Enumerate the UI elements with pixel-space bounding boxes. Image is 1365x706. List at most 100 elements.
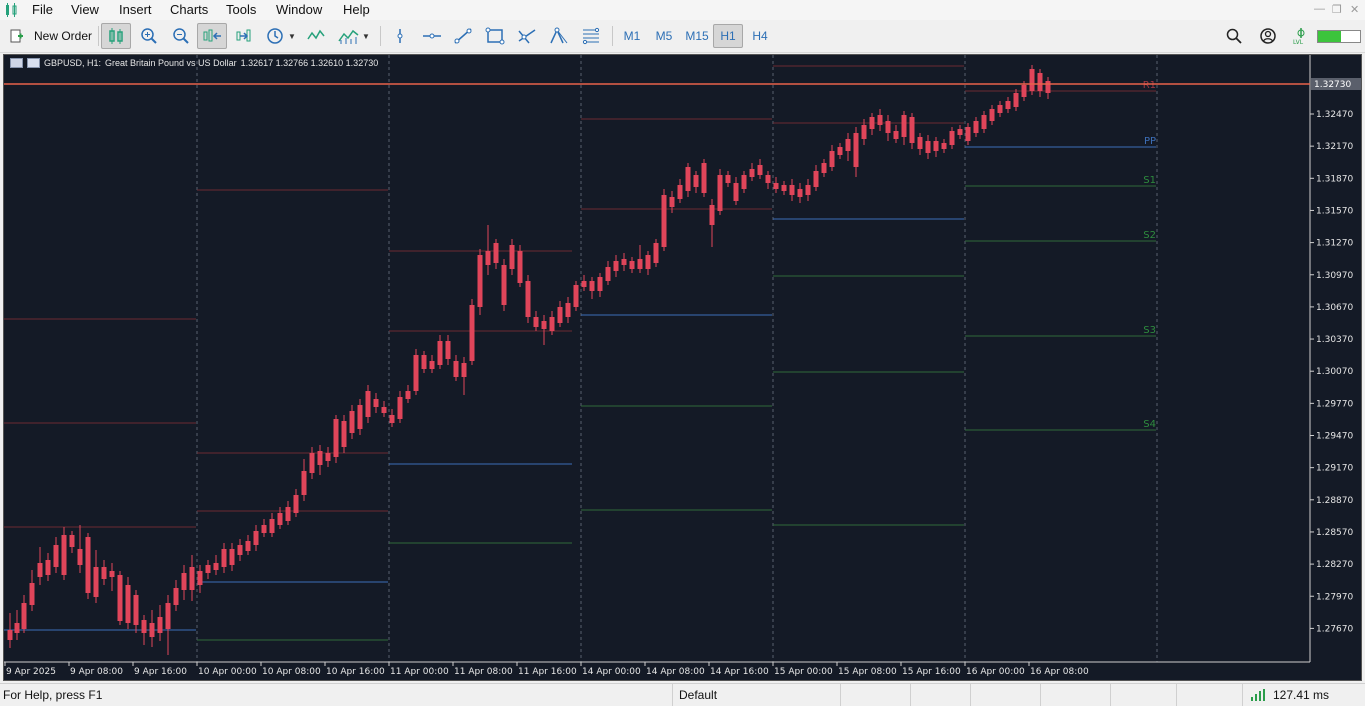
candlestick [781, 181, 787, 195]
timeframe-h1[interactable]: H1 [713, 24, 743, 48]
candlestick [197, 565, 203, 593]
fibonacci-button[interactable] [578, 23, 604, 49]
candlestick [709, 199, 715, 247]
candle-body [237, 545, 243, 555]
indicators-button[interactable]: ▼ [334, 23, 374, 49]
candlestick [605, 261, 611, 285]
horizontal-line-icon [423, 33, 441, 39]
new-order-button[interactable]: New Order [8, 23, 96, 49]
cycle-lines-button[interactable] [514, 23, 540, 49]
candlestick [61, 527, 67, 580]
candle-body [357, 405, 363, 429]
menu-help[interactable]: Help [343, 2, 370, 17]
candlestick [149, 610, 155, 647]
zoom-out-button[interactable] [168, 23, 194, 49]
candle-body [677, 185, 683, 199]
candle-body [869, 117, 875, 129]
candle-body [477, 255, 483, 307]
candle-body [285, 507, 291, 521]
timeframe-m5[interactable]: M5 [650, 24, 678, 48]
candlestick [805, 179, 811, 201]
candle-body [765, 175, 771, 183]
timeframe-m15[interactable]: M15 [682, 24, 712, 48]
status-connection[interactable]: 127.41 ms [1242, 684, 1365, 706]
price-chart[interactable]: 1.32470 1.32170 1.31870 1.31570 1.31270 1.309… [4, 55, 1361, 680]
connection-bar-icon [1317, 30, 1361, 43]
candle-body [485, 251, 491, 265]
vertical-line-button[interactable] [388, 23, 412, 49]
timeframe-h4[interactable]: H4 [746, 24, 774, 48]
menu-charts[interactable]: Charts [170, 2, 208, 17]
candle-body [429, 361, 435, 369]
time-tick-label: 10 Apr 00:00 [198, 667, 257, 677]
candle-body [373, 399, 379, 407]
menu-tools[interactable]: Tools [226, 2, 256, 17]
candle-body [341, 421, 347, 447]
candlestick [397, 391, 403, 423]
candles-icon [109, 28, 123, 44]
menu-view[interactable]: View [71, 2, 99, 17]
candlestick [7, 613, 13, 648]
text-draw-button[interactable] [546, 23, 572, 49]
candlestick [317, 445, 323, 475]
candle-body [125, 585, 131, 623]
candlestick [485, 225, 491, 275]
candle-body [685, 167, 691, 191]
autoscroll-button[interactable] [231, 23, 257, 49]
text-draw-icon [550, 27, 568, 44]
candlestick [893, 125, 899, 143]
restore-icon[interactable]: ❐ [1332, 3, 1342, 16]
time-tick-label: 15 Apr 00:00 [774, 667, 833, 677]
rectangle-button[interactable] [482, 23, 508, 49]
candle-body [325, 453, 331, 461]
minimize-icon[interactable]: — [1314, 3, 1325, 15]
candlestick [837, 143, 843, 159]
search-button[interactable] [1222, 23, 1246, 49]
candlestick [141, 615, 147, 645]
candlestick [445, 335, 451, 365]
rectangle-icon [485, 27, 505, 45]
trading-panel-icon[interactable] [27, 58, 40, 68]
candle-body [109, 571, 115, 577]
candlestick [733, 177, 739, 205]
candle-body [333, 419, 339, 457]
candle-body [21, 603, 27, 629]
chart-window[interactable]: 1.32470 1.32170 1.31870 1.31570 1.31270 1.309… [3, 54, 1362, 681]
timeframe-m1[interactable]: M1 [618, 24, 646, 48]
menu-window[interactable]: Window [276, 2, 322, 17]
candle-body [165, 603, 171, 629]
trendline-button[interactable] [451, 23, 475, 49]
menu-insert[interactable]: Insert [119, 2, 152, 17]
chart-menu-icon[interactable] [10, 58, 23, 68]
candle-body [653, 243, 659, 263]
candle-body [733, 183, 739, 201]
status-profile[interactable]: Default [672, 684, 840, 706]
candle-body [541, 321, 547, 329]
account-button[interactable] [1256, 23, 1280, 49]
candle-body [613, 261, 619, 271]
candlestick [109, 563, 115, 591]
candle-body [629, 261, 635, 269]
signal-level-button[interactable]: LVL [1290, 23, 1312, 49]
menu-bar: File View Insert Charts Tools Window Hel… [0, 0, 1365, 20]
time-tick-label: 15 Apr 08:00 [838, 667, 897, 677]
time-tick-label: 11 Apr 00:00 [390, 667, 449, 677]
candle-body [821, 163, 827, 173]
candle-body [981, 115, 987, 129]
close-icon[interactable]: ✕ [1350, 3, 1359, 16]
candle-body [797, 189, 803, 197]
chart-shift-button[interactable] [197, 23, 227, 49]
status-cell [970, 684, 1040, 706]
candle-body [645, 255, 651, 269]
autoscroll-icon [236, 29, 251, 42]
menu-file[interactable]: File [32, 2, 53, 17]
periods-button[interactable]: ▼ [262, 23, 300, 49]
one-click-trading-button[interactable] [304, 23, 330, 49]
pivot-label: S1 [1143, 175, 1156, 186]
candle-body [461, 363, 467, 377]
horizontal-line-button[interactable] [419, 23, 445, 49]
chart-symbol: GBPUSD, H1: [44, 58, 102, 68]
candlestick [725, 171, 731, 187]
candles-button[interactable] [101, 23, 131, 49]
zoom-in-button[interactable] [136, 23, 162, 49]
